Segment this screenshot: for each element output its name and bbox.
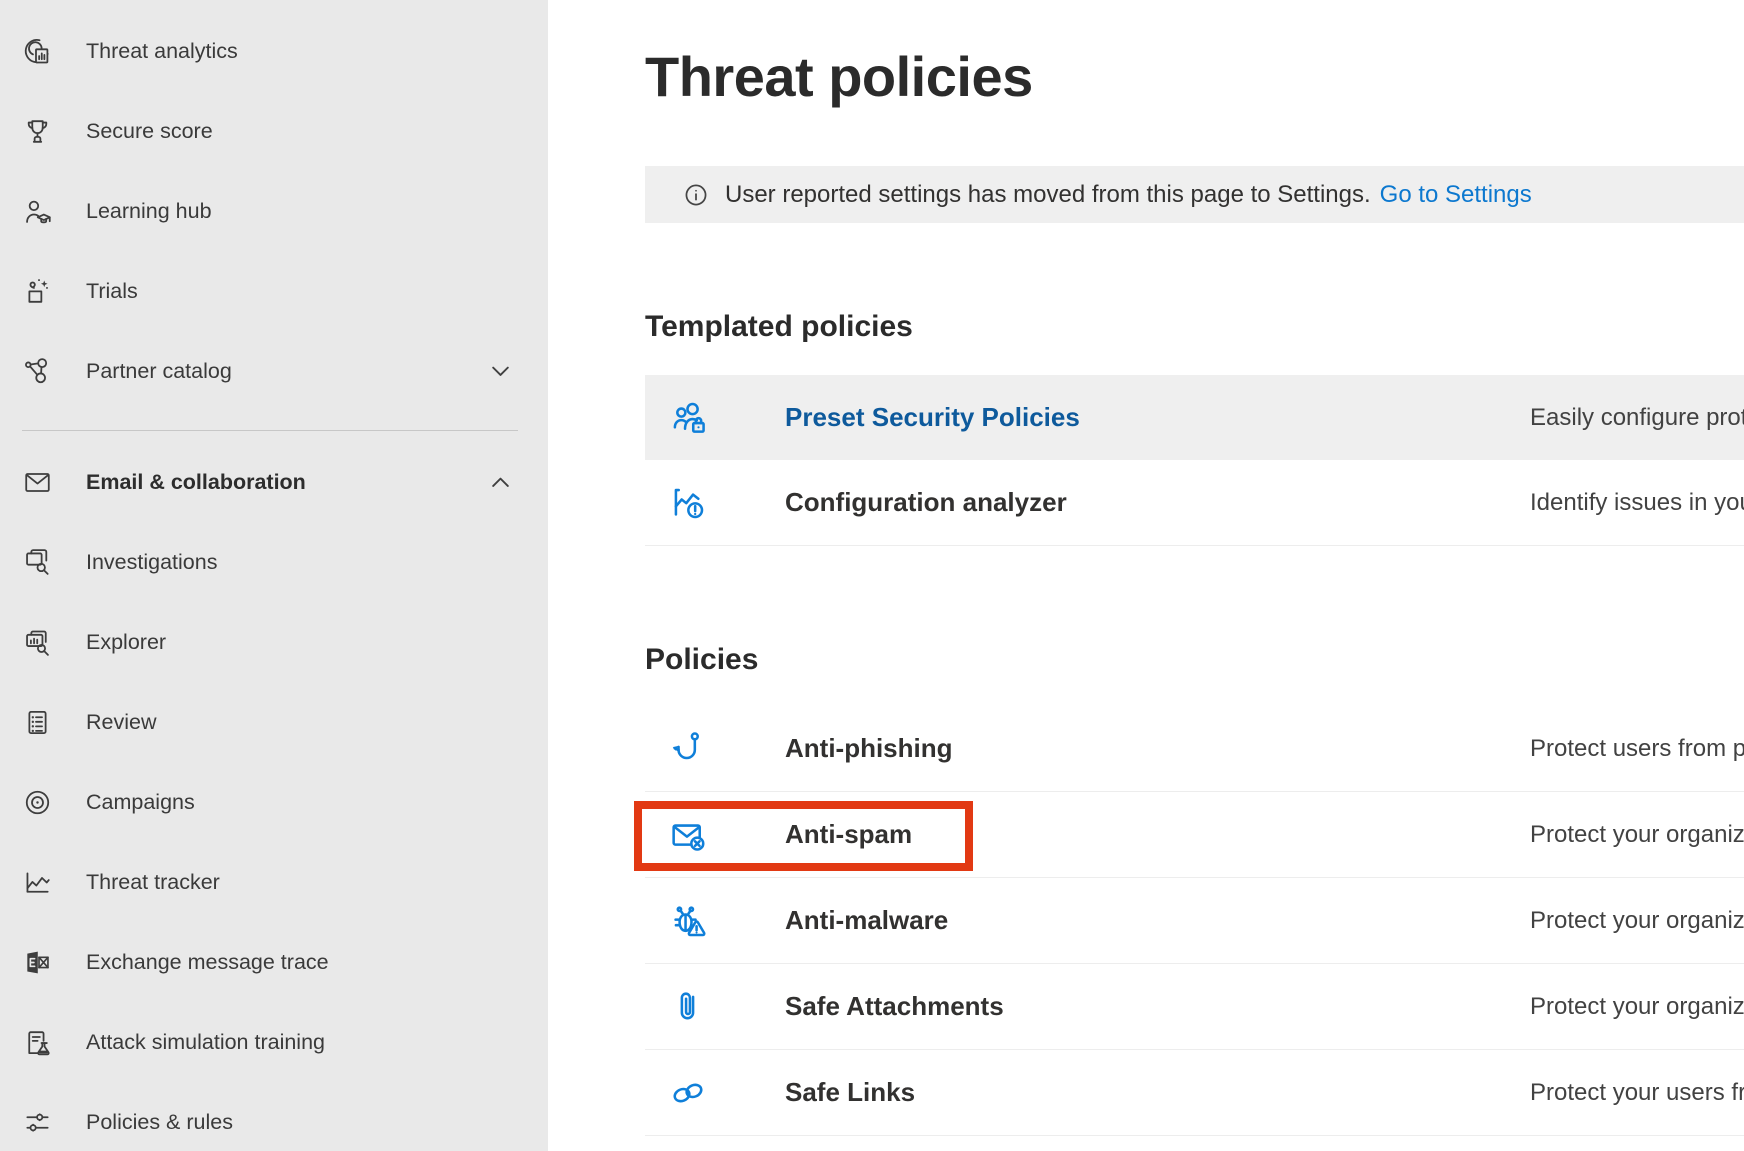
sidebar-item-threat-analytics[interactable]: Threat analytics [0, 11, 548, 91]
sidebar-item-email-collaboration[interactable]: Email & collaboration [0, 442, 548, 522]
policy-row-anti-malware[interactable]: Anti-malware Protect your organiz [645, 878, 1744, 964]
sidebar-divider [22, 430, 518, 431]
sidebar-item-explorer[interactable]: Explorer [0, 602, 548, 682]
policy-row-description: Protect your organiz [1530, 993, 1744, 1021]
anti-malware-icon [667, 900, 709, 942]
policy-row-anti-phishing[interactable]: Anti-phishing Protect users from p [645, 706, 1744, 792]
sidebar-navigation: Threat analytics Secure score Learning hub… [0, 0, 548, 1151]
sidebar-item-label: Campaigns [86, 790, 195, 815]
policy-row-configuration-analyzer[interactable]: Configuration analyzer Identify issues in… [645, 460, 1744, 546]
sidebar-item-exchange-message-trace[interactable]: Exchange message trace [0, 922, 548, 1002]
sidebar-item-label: Exchange message trace [86, 950, 329, 975]
sidebar-item-label: Threat tracker [86, 870, 220, 895]
sidebar-item-label: Policies & rules [86, 1110, 233, 1135]
investigations-icon [20, 545, 54, 579]
policy-row-label: Anti-malware [785, 905, 948, 936]
sidebar-item-secure-score[interactable]: Secure score [0, 91, 548, 171]
policy-row-description: Protect users from p [1530, 735, 1744, 763]
chevron-down-icon [487, 358, 514, 385]
policy-rows: Anti-phishing Protect users from p Anti-sp… [645, 706, 1744, 1136]
sidebar-item-attack-simulation-training[interactable]: Attack simulation training [0, 1002, 548, 1082]
section-heading-policies: Policies [645, 642, 1744, 678]
sidebar-item-label: Review [86, 710, 157, 735]
campaigns-icon [20, 785, 54, 819]
page-title: Threat policies [645, 45, 1744, 109]
policy-rows: Preset Security Policies Easily configure… [645, 375, 1744, 546]
policy-row-description: Easily configure prot [1530, 404, 1744, 432]
sidebar-item-label: Partner catalog [86, 359, 232, 384]
policy-row-description: Identify issues in you [1530, 489, 1744, 517]
anti-phishing-icon [667, 728, 709, 770]
policy-row-anti-spam[interactable]: Anti-spam Protect your organiz [645, 792, 1744, 878]
partner-catalog-icon [20, 354, 54, 388]
sidebar-item-label: Trials [86, 279, 138, 304]
info-icon [682, 181, 710, 209]
safe-links-icon [667, 1072, 709, 1114]
sidebar-item-label: Threat analytics [86, 39, 238, 64]
info-banner: User reported settings has moved from th… [645, 166, 1744, 223]
attack-simulation-training-icon [20, 1025, 54, 1059]
policy-row-description: Protect your users fr [1530, 1079, 1744, 1107]
policy-row-description: Protect your organiz [1530, 821, 1744, 849]
sidebar-item-policies-rules[interactable]: Policies & rules [0, 1082, 548, 1151]
sidebar-item-review[interactable]: Review [0, 682, 548, 762]
main-content: Threat policies User reported settings h… [548, 0, 1744, 1151]
sidebar-item-learning-hub[interactable]: Learning hub [0, 171, 548, 251]
sidebar-item-label: Attack simulation training [86, 1030, 325, 1055]
email-collaboration-icon [20, 465, 54, 499]
secure-score-icon [20, 114, 54, 148]
policy-row-preset-security-policies[interactable]: Preset Security Policies Easily configure… [645, 375, 1744, 460]
exchange-message-trace-icon [20, 945, 54, 979]
policy-row-label: Safe Attachments [785, 991, 1004, 1022]
review-icon [20, 705, 54, 739]
chevron-up-icon [487, 469, 514, 496]
policies-rules-icon [20, 1105, 54, 1139]
sidebar-item-label: Email & collaboration [86, 470, 306, 495]
configuration-analyzer-icon [667, 482, 709, 524]
policy-row-label: Anti-spam [785, 819, 912, 850]
learning-hub-icon [20, 194, 54, 228]
sidebar-item-partner-catalog[interactable]: Partner catalog [0, 331, 548, 411]
trials-icon [20, 274, 54, 308]
policy-row-safe-links[interactable]: Safe Links Protect your users fr [645, 1050, 1744, 1136]
sidebar-item-label: Learning hub [86, 199, 212, 224]
safe-attachments-icon [667, 986, 709, 1028]
sidebar-item-campaigns[interactable]: Campaigns [0, 762, 548, 842]
policy-row-description: Protect your organiz [1530, 907, 1744, 935]
sidebar-item-label: Investigations [86, 550, 217, 575]
sidebar-item-trials[interactable]: Trials [0, 251, 548, 331]
explorer-icon [20, 625, 54, 659]
policy-row-label: Configuration analyzer [785, 487, 1067, 518]
policy-row-safe-attachments[interactable]: Safe Attachments Protect your organiz [645, 964, 1744, 1050]
sidebar-item-investigations[interactable]: Investigations [0, 522, 548, 602]
sidebar-item-label: Secure score [86, 119, 213, 144]
sidebar-item-threat-tracker[interactable]: Threat tracker [0, 842, 548, 922]
sidebar-item-label: Explorer [86, 630, 166, 655]
banner-message: User reported settings has moved from th… [725, 181, 1371, 209]
policy-row-label: Preset Security Policies [785, 402, 1080, 433]
policy-row-label: Anti-phishing [785, 733, 953, 764]
preset-security-policies-icon [667, 397, 709, 439]
threat-tracker-icon [20, 865, 54, 899]
section-heading-templated-policies: Templated policies [645, 309, 1744, 345]
anti-spam-icon [667, 814, 709, 856]
policy-row-label: Safe Links [785, 1077, 915, 1108]
threat-analytics-icon [20, 34, 54, 68]
go-to-settings-link[interactable]: Go to Settings [1380, 181, 1532, 209]
